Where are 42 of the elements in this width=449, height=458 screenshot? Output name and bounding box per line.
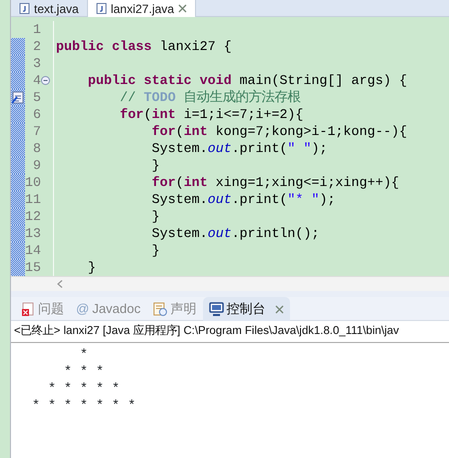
code-line: for(int i=1;i<=7;i+=2){ xyxy=(118,106,304,123)
code-line: } xyxy=(150,208,160,225)
close-icon[interactable] xyxy=(178,4,188,13)
console-output: * * * * * * * * * * * * * * * * xyxy=(30,346,137,414)
code-line: // TODO 自动生成的方法存根 xyxy=(118,89,301,106)
code-line: System.out.print(" "); xyxy=(150,140,328,157)
code-line: System.out.print("* "); xyxy=(150,191,336,208)
console-header: <已终止> lanxi27 [Java 应用程序] C:\Program Files\Java\jdk1.8.0_111\bin\jav xyxy=(11,321,449,344)
code-line: } xyxy=(150,157,160,174)
problems-icon xyxy=(21,302,35,316)
line-number: 9 xyxy=(32,157,41,174)
code-line: public class lanxi27 { xyxy=(56,38,232,55)
collapse-icon[interactable] xyxy=(41,76,50,85)
code-line: } xyxy=(86,259,96,276)
horizontal-scrollbar[interactable] xyxy=(11,276,449,291)
editor-tab[interactable]: lanxi27.java xyxy=(88,0,196,17)
java-file-icon xyxy=(96,3,107,14)
line-number: 12 xyxy=(25,208,41,225)
code-line: System.out.println(); xyxy=(150,225,320,242)
code-line: for(int kong=7;kong>i-1;kong--){ xyxy=(150,123,408,140)
code-line: } xyxy=(150,242,160,259)
line-number: 2 xyxy=(32,38,41,55)
close-icon[interactable] xyxy=(274,304,284,314)
line-number: 14 xyxy=(25,242,41,259)
line-number: 5 xyxy=(32,89,41,106)
java-file-icon xyxy=(19,3,30,14)
line-number: 4 xyxy=(32,72,41,89)
line-number: 3 xyxy=(32,55,41,72)
line-number: 1 xyxy=(32,21,41,38)
line-number: 7 xyxy=(32,123,41,140)
at-sign-icon: @ xyxy=(76,299,90,319)
line-number: 13 xyxy=(25,225,41,242)
view-tab[interactable]: 控制台 xyxy=(202,297,290,321)
code-line: for(int xing=1;xing<=i;xing++){ xyxy=(150,174,400,191)
monitor-icon xyxy=(208,302,224,316)
line-number: 10 xyxy=(25,174,41,191)
line-number: 11 xyxy=(25,191,41,208)
line-number: 15 xyxy=(25,259,41,276)
code-line: public static void main(String[] args) { xyxy=(86,72,408,89)
document-icon xyxy=(152,302,168,316)
line-number: 8 xyxy=(32,140,41,157)
line-number: 6 xyxy=(32,106,41,123)
